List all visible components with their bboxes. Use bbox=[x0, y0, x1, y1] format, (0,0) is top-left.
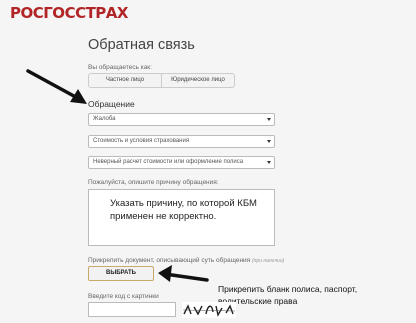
annotation-arrow-icon bbox=[158, 265, 209, 282]
annotation-arrow-icon bbox=[26, 69, 87, 104]
